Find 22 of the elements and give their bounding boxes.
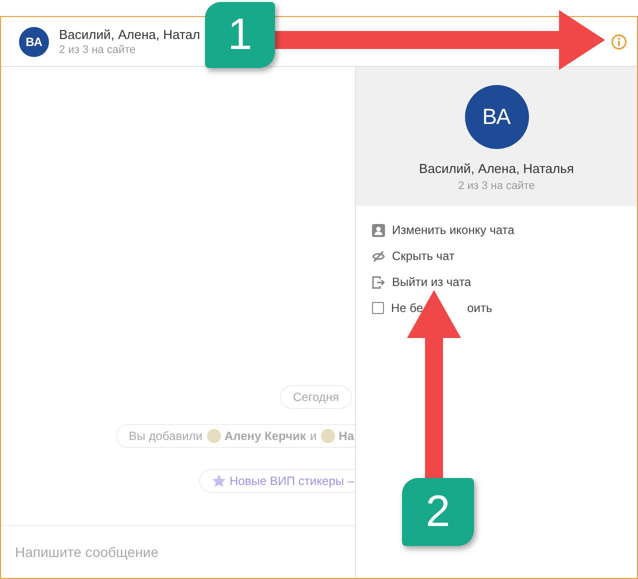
avatar: ВА [19, 26, 49, 56]
exit-icon [372, 276, 385, 288]
online-status: 2 из 3 на сайте [59, 44, 137, 56]
info-icon[interactable] [611, 34, 627, 50]
checkbox[interactable] [372, 302, 384, 314]
menu-item[interactable]: Выйти из чата [392, 275, 472, 289]
system-message: Вы добавили Алену Керчик и На [116, 424, 355, 448]
number-badge: 2 [402, 478, 474, 546]
chat-avatar: ВА [464, 85, 528, 149]
date-separator: Сегодня [280, 385, 352, 409]
hidden-eye-icon [372, 250, 385, 262]
chat-title: Василий, Алена, Натал [59, 27, 202, 42]
online-status: 2 из 3 на сайте [458, 180, 535, 192]
menu-item[interactable]: Изменить иконку чата [392, 223, 514, 237]
menu-item[interactable]: Скрыть чат [392, 249, 454, 263]
number-badge: 1 [205, 2, 275, 68]
user-icon [372, 224, 385, 236]
menu-item-fragment[interactable]: оить [467, 301, 492, 315]
message-input[interactable]: Напишите сообщение [13, 543, 317, 561]
star-icon [212, 474, 226, 488]
chat-name: Василий, Алена, Наталья [419, 161, 574, 176]
menu-item[interactable]: Не бе [391, 301, 424, 315]
